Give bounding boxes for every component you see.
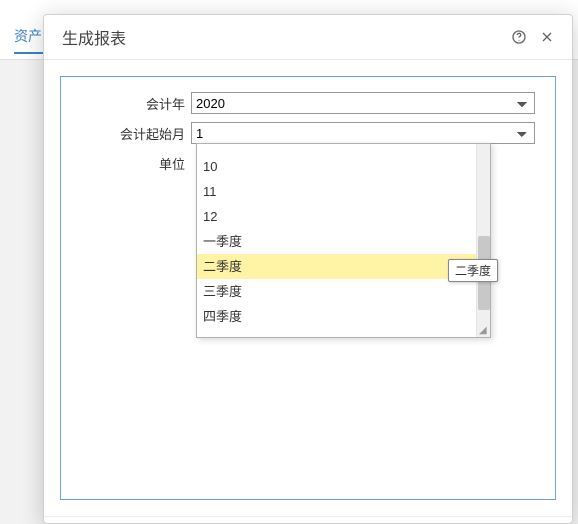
dialog-footer: 确定 取消 bbox=[44, 516, 572, 524]
select-start-month[interactable]: 1 bbox=[191, 122, 535, 144]
close-icon[interactable] bbox=[536, 26, 558, 48]
label-year: 会计年 bbox=[81, 94, 191, 113]
dropdown-tooltip: 二季度 bbox=[448, 259, 498, 282]
row-year: 会计年 2020 bbox=[81, 91, 535, 115]
label-unit: 单位 bbox=[81, 154, 191, 173]
list-item[interactable]: 12 bbox=[197, 204, 476, 229]
dropdown-scroll-area: 10 11 12 一季度 二季度 三季度 四季度 bbox=[197, 144, 476, 337]
form-panel: 会计年 2020 会计起始月 1 单位 10 11 12 bbox=[60, 76, 556, 500]
select-year[interactable]: 2020 bbox=[191, 92, 535, 114]
start-month-dropdown[interactable]: 10 11 12 一季度 二季度 三季度 四季度 ◢ bbox=[196, 143, 491, 338]
list-item[interactable]: 11 bbox=[197, 179, 476, 204]
resize-grip-icon[interactable]: ◢ bbox=[479, 326, 489, 336]
dropdown-scrollbar[interactable]: ◢ bbox=[476, 144, 490, 337]
row-start-month: 会计起始月 1 bbox=[81, 121, 535, 145]
dialog-title: 生成报表 bbox=[62, 25, 502, 49]
generate-report-dialog: 生成报表 会计年 2020 会计起始月 bbox=[43, 14, 573, 524]
list-item[interactable]: 一季度 bbox=[197, 229, 476, 254]
dialog-body: 会计年 2020 会计起始月 1 单位 10 11 12 bbox=[44, 60, 572, 516]
label-start-month: 会计起始月 bbox=[81, 124, 191, 143]
list-item[interactable]: 10 bbox=[197, 154, 476, 179]
list-item[interactable]: 三季度 bbox=[197, 279, 476, 304]
dialog-header: 生成报表 bbox=[44, 15, 572, 60]
list-item[interactable]: 四季度 bbox=[197, 304, 476, 329]
list-item-highlighted[interactable]: 二季度 bbox=[197, 254, 476, 279]
dropdown-item-cut[interactable] bbox=[197, 144, 476, 154]
help-icon[interactable] bbox=[508, 26, 530, 48]
